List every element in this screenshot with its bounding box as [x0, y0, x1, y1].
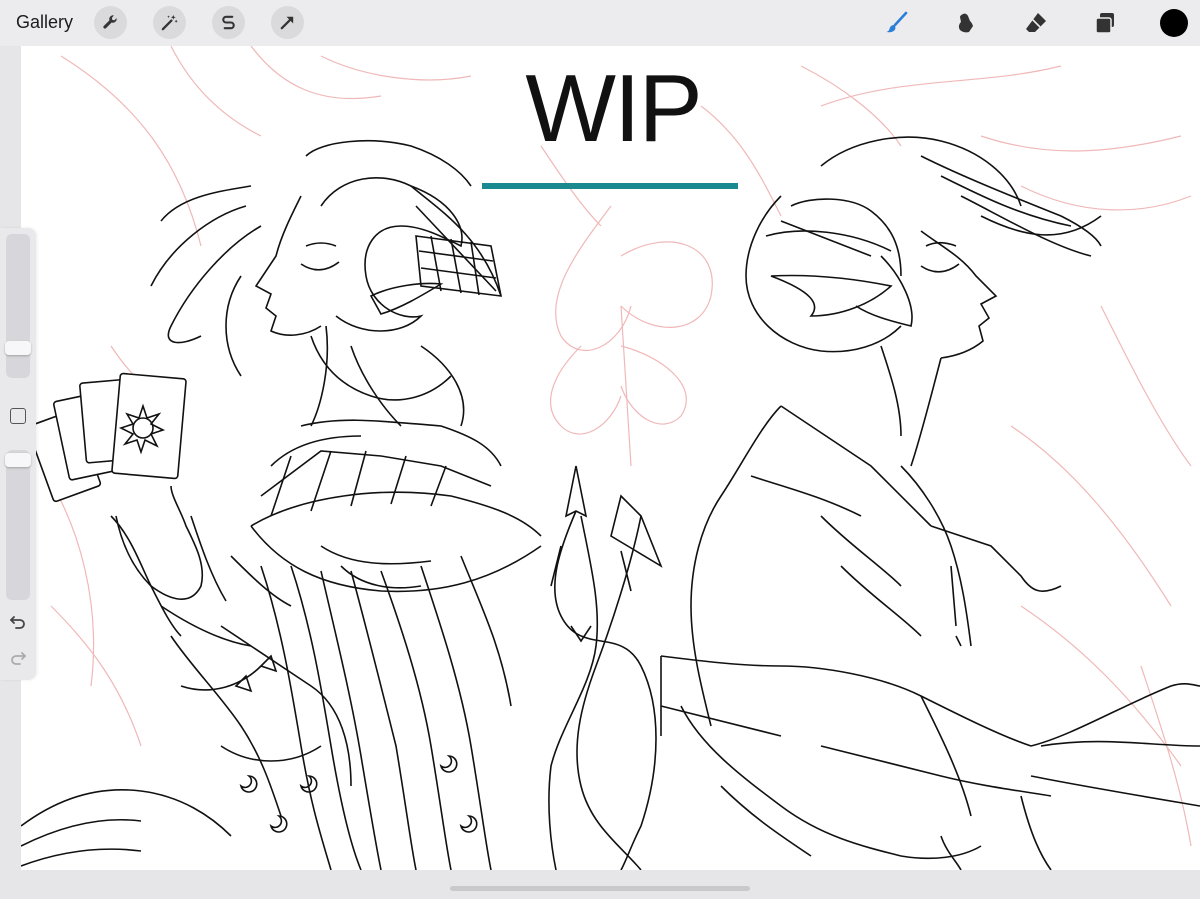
layers-icon	[1095, 13, 1114, 34]
undo-icon[interactable]	[8, 612, 28, 632]
bottom-bar	[0, 870, 1200, 899]
left-sidebar	[0, 228, 36, 680]
opacity-slider[interactable]	[5, 450, 31, 600]
sketch-layer	[40, 46, 1192, 847]
transform-button[interactable]	[271, 6, 304, 39]
line-art-drawing	[21, 46, 1200, 870]
gallery-button[interactable]: Gallery	[16, 12, 73, 33]
brush-icon	[886, 11, 908, 33]
tarot-cards	[26, 372, 187, 503]
selection-s-icon	[222, 15, 235, 30]
wrench-icon	[103, 15, 117, 29]
actions-button[interactable]	[94, 6, 127, 39]
color-swatch[interactable]	[1160, 9, 1188, 37]
hand	[115, 485, 204, 600]
arrow-icon	[280, 16, 294, 30]
layers-button[interactable]	[1088, 6, 1122, 40]
drawing-canvas[interactable]: WIP	[21, 46, 1200, 870]
home-indicator[interactable]	[450, 886, 750, 891]
redo-icon[interactable]	[8, 648, 28, 668]
wip-underline	[482, 183, 738, 189]
smudge-button[interactable]	[949, 6, 983, 40]
brush-size-thumb[interactable]	[5, 341, 31, 355]
modify-icon[interactable]	[10, 408, 26, 424]
selection-button[interactable]	[212, 6, 245, 39]
brush-button[interactable]	[880, 6, 914, 40]
opacity-thumb[interactable]	[5, 453, 31, 467]
wip-title: WIP	[525, 55, 702, 162]
top-toolbar: Gallery	[0, 0, 1200, 46]
adjustments-button[interactable]	[153, 6, 186, 39]
center-tails	[548, 465, 663, 870]
brush-size-slider[interactable]	[5, 234, 31, 378]
right-figure	[660, 136, 1200, 870]
left-figure	[21, 140, 542, 870]
smudge-icon	[958, 13, 973, 33]
magic-wand-icon	[161, 14, 178, 31]
eraser-button[interactable]	[1019, 6, 1053, 40]
eraser-icon	[1026, 13, 1046, 32]
